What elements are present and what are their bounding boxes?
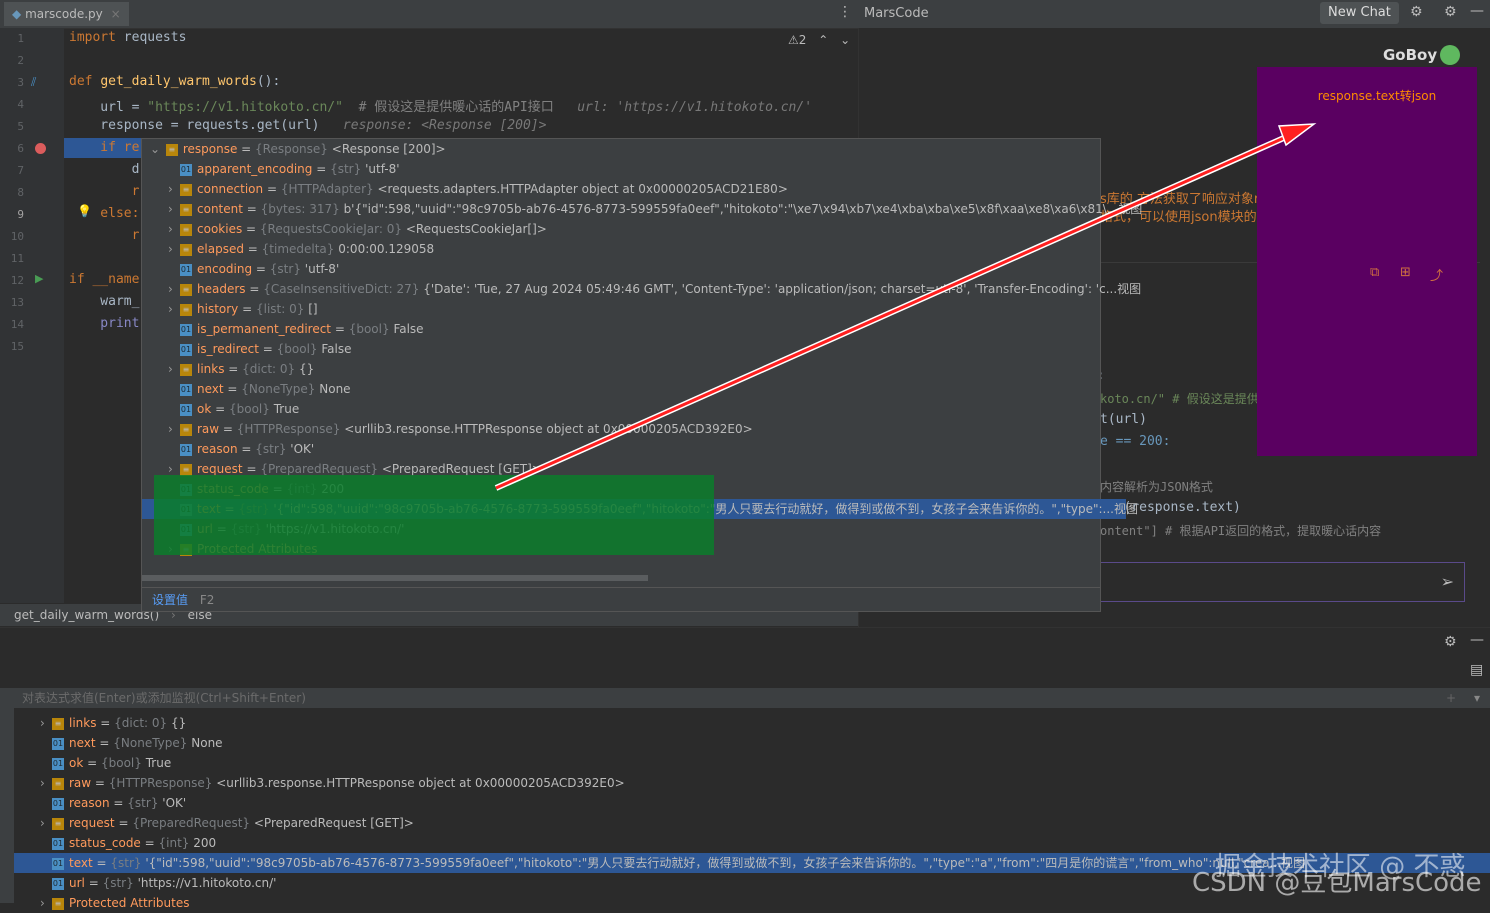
variable-row[interactable]: › ≡ request = {PreparedRequest} <PreparedR… — [14, 813, 1490, 833]
value-icon: 01 — [52, 877, 64, 890]
var-value: <urllib3.response.HTTPResponse object at… — [216, 776, 625, 790]
var-value: None — [191, 736, 223, 750]
object-icon: ≡ — [52, 777, 64, 790]
var-type: {HTTPResponse} — [108, 776, 213, 790]
var-type: {dict: 0} — [114, 716, 168, 730]
eval-expression-input[interactable]: 对表达式求值(Enter)或添加监视(Ctrl+Shift+Enter) + ▾ — [14, 688, 1490, 708]
var-value: 'https://v1.hitokoto.cn/' — [137, 876, 277, 890]
value-icon: 01 — [52, 837, 64, 850]
object-icon: ≡ — [52, 897, 64, 910]
var-name: ok — [69, 756, 84, 770]
watermark: CSDN @豆包MarsCode — [1192, 868, 1482, 898]
minimize-icon[interactable]: — — [1470, 632, 1484, 648]
gear-icon[interactable]: ⚙ — [1444, 634, 1457, 650]
var-name: request — [69, 816, 115, 830]
object-icon: ≡ — [52, 817, 64, 830]
var-type: {int} — [158, 836, 190, 850]
var-type: {str} — [110, 856, 142, 870]
layout-icon[interactable]: ▤ — [1470, 662, 1483, 678]
var-value: '{"id":598,"uuid":"98c9705b-ab76-4576-87… — [145, 856, 1306, 870]
var-name: url — [69, 876, 85, 890]
object-icon: ≡ — [52, 717, 64, 730]
var-type: {str} — [127, 796, 159, 810]
chevron-right-icon[interactable]: › — [40, 813, 52, 833]
chevron-right-icon[interactable]: › — [40, 773, 52, 793]
value-icon: 01 — [52, 737, 64, 750]
var-name: raw — [69, 776, 92, 790]
var-name: next — [69, 736, 96, 750]
variable-row[interactable]: › ≡ raw = {HTTPResponse} <urllib3.response… — [14, 773, 1490, 793]
chevron-right-icon[interactable]: › — [40, 893, 52, 913]
var-value: <PreparedRequest [GET]> — [253, 816, 414, 830]
var-type: {str} — [102, 876, 134, 890]
var-type: {bool} — [100, 756, 142, 770]
var-value: True — [145, 756, 172, 770]
variable-row[interactable]: 01 reason = {str} 'OK' — [14, 793, 1490, 813]
chevron-right-icon[interactable]: › — [40, 713, 52, 733]
variable-row[interactable]: › ≡ links = {dict: 0} {} — [14, 713, 1490, 733]
var-name: links — [69, 716, 97, 730]
var-type: {NoneType} — [113, 736, 188, 750]
value-icon: 01 — [52, 857, 64, 870]
var-name: Protected Attributes — [69, 896, 190, 910]
value-icon: 01 — [52, 797, 64, 810]
eval-placeholder: 对表达式求值(Enter)或添加监视(Ctrl+Shift+Enter) — [22, 691, 306, 705]
add-watch-icon[interactable]: + — [1446, 688, 1456, 708]
variable-row[interactable]: 01 next = {NoneType} None — [14, 733, 1490, 753]
var-value: {} — [171, 716, 187, 730]
var-value: 'OK' — [162, 796, 187, 810]
var-value: 200 — [193, 836, 217, 850]
variable-row[interactable]: 01 ok = {bool} True — [14, 753, 1490, 773]
var-name: text — [69, 856, 93, 870]
debug-side-strip — [0, 688, 14, 903]
var-name: reason — [69, 796, 110, 810]
chevron-down-icon[interactable]: ▾ — [1474, 688, 1480, 708]
value-icon: 01 — [52, 757, 64, 770]
var-name: status_code — [69, 836, 141, 850]
var-type: {PreparedRequest} — [132, 816, 251, 830]
